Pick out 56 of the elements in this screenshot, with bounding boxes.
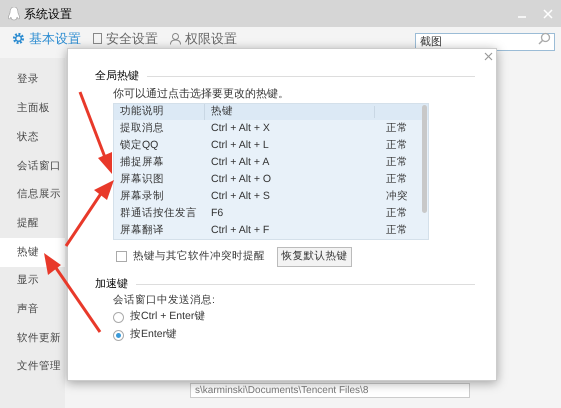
search-field[interactable]: 截图 [415,32,555,50]
table-cell-text: 捕捉屏幕 [119,154,165,170]
table-cell-text: Ctrl + Alt + A [210,154,270,170]
table-cell-text: 正常 [385,138,408,153]
sidebar-item[interactable]: 声音 [0,296,65,324]
table-cell-text: Ctrl + Alt + S [210,188,271,204]
column-header: 热键 [204,104,374,120]
table-cell-text: 屏幕识图 [119,172,165,187]
table-cell-text: 正常 [385,206,408,221]
table-cell-text: Ctrl + Alt + X [210,120,271,136]
sidebar-item[interactable]: 主面板 [0,94,65,124]
penguin-icon [8,6,20,20]
table-cell-text: Ctrl + Alt + F [210,222,270,238]
search-icon [538,32,551,45]
sidebar-item[interactable]: 提醒 [0,209,65,238]
checkbox-label: 热键与其它软件冲突时提醒 [133,249,265,264]
tab[interactable]: 安全设置 [93,29,158,48]
restore-defaults-button[interactable]: 恢复默认热键 [277,247,352,267]
path-field[interactable]: s\karminski\Documents\Tencent Files\8 [190,383,470,398]
table-cell-text: 屏幕翻译 [119,222,165,238]
checkbox[interactable] [116,251,127,262]
table-cell-text: Ctrl + Alt + L [210,138,270,153]
table-cell-text: 锁定QQ [119,138,160,153]
scrollbar[interactable] [422,105,427,213]
sidebar-item[interactable]: 登录 [0,66,65,95]
sidebar-item[interactable]: 状态 [0,123,65,152]
window-title: 系统设置 [24,6,72,22]
gear-icon [12,32,25,46]
section-heading: 全局热键 [95,69,139,84]
send-message-label: 会话窗口中发送消息: [113,293,215,308]
table-cell-text: 群通话按住发言 [119,206,198,221]
annotation-arrow [64,180,114,247]
table-cell-text: Ctrl + Alt + O [210,172,272,187]
table-cell-text: 冲突 [385,188,408,204]
radio-label: 按Enter键 [130,327,178,342]
table-cell-text: 正常 [385,154,408,170]
sidebar-item[interactable]: 软件更新 [0,324,65,353]
sidebar-item[interactable]: 显示 [0,266,65,296]
sidebar-item[interactable]: 文件管理 [0,352,65,382]
close-icon[interactable] [484,52,493,61]
section-heading: 加速键 [95,277,128,292]
table-cell-text: 提取消息 [119,120,165,136]
table-cell-text: F6 [210,206,224,221]
sidebar-item[interactable]: 信息展示 [0,180,65,210]
tab[interactable]: 权限设置 [170,29,237,48]
column-header: 功能说明 [119,104,165,120]
user-icon [170,32,181,45]
instruction-text: 你可以通过点击选择要更改的热键。 [113,86,289,102]
table-cell-text: 屏幕录制 [119,188,165,204]
table-cell-text: 正常 [385,120,408,136]
table-cell-text: 正常 [385,222,408,238]
table-cell-text: 正常 [385,172,408,187]
radio-label: 按Ctrl + Enter键 [130,309,206,324]
sidebar-item[interactable]: 会话窗口 [0,152,65,181]
document-icon [93,33,102,44]
sidebar-item[interactable]: 热键 [0,238,65,267]
